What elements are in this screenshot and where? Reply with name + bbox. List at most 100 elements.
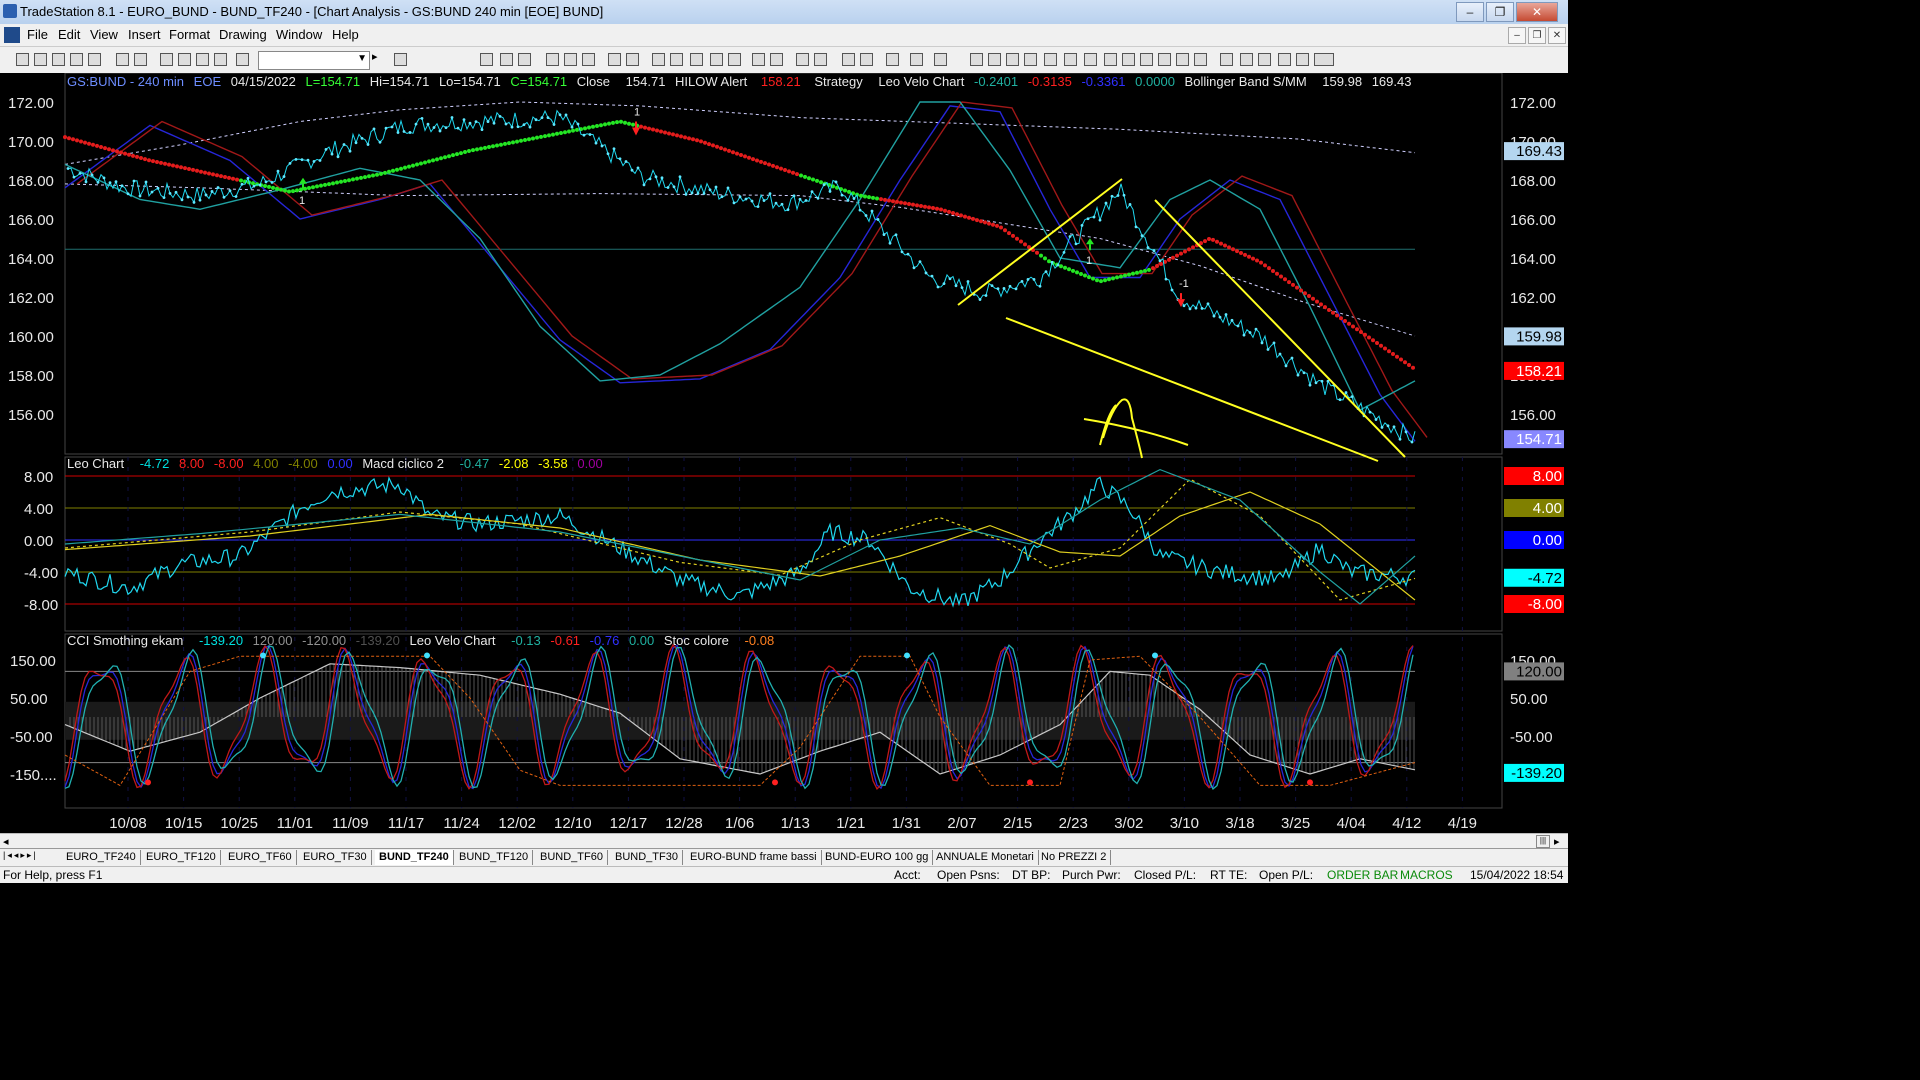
chevron-right-icon[interactable]: ▸ bbox=[372, 50, 385, 63]
tab-annuale-monetari[interactable]: ANNUALE Monetari bbox=[932, 850, 1039, 865]
crosshair-icon[interactable] bbox=[860, 53, 873, 66]
arrow-down-icon[interactable] bbox=[1240, 53, 1253, 66]
scanner-icon[interactable] bbox=[546, 53, 559, 66]
hilow-ma-dot bbox=[923, 204, 927, 209]
insert-analysis-icon[interactable] bbox=[608, 53, 621, 66]
quote-icon[interactable] bbox=[500, 53, 513, 66]
close-button[interactable]: ✕ bbox=[1516, 2, 1558, 22]
lock-icon[interactable] bbox=[196, 53, 209, 66]
tab-bund-euro-100gg[interactable]: BUND-EURO 100 gg bbox=[821, 850, 934, 865]
mdi-chart-icon[interactable] bbox=[4, 27, 20, 43]
symbol-selector[interactable]: ▼ bbox=[258, 51, 370, 70]
close-price-dot bbox=[1008, 284, 1012, 288]
scroll-left-icon[interactable]: ◂ bbox=[3, 835, 9, 848]
close-word: Close bbox=[576, 74, 611, 89]
alert-icon[interactable] bbox=[934, 53, 947, 66]
speed-lines-icon[interactable] bbox=[1064, 53, 1077, 66]
save-icon[interactable] bbox=[88, 53, 101, 66]
tab-euro-bund-frame-bassi[interactable]: EURO-BUND frame bassi bbox=[686, 850, 822, 865]
arrow-up-icon[interactable] bbox=[1258, 53, 1271, 66]
close-price-dot bbox=[258, 183, 262, 187]
candlestick-icon[interactable] bbox=[690, 53, 703, 66]
zoom-out-bars-icon[interactable] bbox=[752, 53, 765, 66]
format-icon[interactable] bbox=[626, 53, 639, 66]
gann-fan-icon[interactable] bbox=[1104, 53, 1117, 66]
trendline-icon[interactable] bbox=[970, 53, 983, 66]
globe-icon[interactable] bbox=[236, 53, 249, 66]
tile-icon[interactable] bbox=[178, 53, 191, 66]
zoom-in-bars-icon[interactable] bbox=[770, 53, 783, 66]
toolbar: ▼ ▸ bbox=[0, 47, 1568, 74]
print-preview-icon[interactable] bbox=[134, 53, 147, 66]
menu-drawing[interactable]: Drawing bbox=[219, 27, 267, 42]
new-workspace-icon[interactable] bbox=[52, 53, 65, 66]
window-icon[interactable] bbox=[160, 53, 173, 66]
macros-button[interactable]: MACROS bbox=[1400, 868, 1453, 882]
fibonacci-icon[interactable] bbox=[1044, 53, 1057, 66]
tab-bund-tf240[interactable]: BUND_TF240 bbox=[375, 850, 454, 865]
chart-analysis-window[interactable]: 111-1 172.00172.00170.00170.00168.00168.… bbox=[0, 73, 1568, 833]
menu-insert[interactable]: Insert bbox=[128, 27, 161, 42]
menu-window[interactable]: Window bbox=[276, 27, 322, 42]
andrews-pitchfork-icon[interactable] bbox=[1084, 53, 1097, 66]
circle-icon[interactable] bbox=[1278, 53, 1291, 66]
horizontal-lines-icon[interactable] bbox=[1006, 53, 1019, 66]
channel-icon[interactable] bbox=[1024, 53, 1037, 66]
rectangle-icon[interactable] bbox=[1296, 53, 1309, 66]
close-price-dot bbox=[480, 128, 484, 132]
arc-tool-icon[interactable] bbox=[1220, 53, 1233, 66]
hilow-ma-dot bbox=[403, 165, 407, 170]
timer-icon[interactable] bbox=[652, 53, 665, 66]
tab-bund-tf30[interactable]: BUND_TF30 bbox=[611, 850, 683, 865]
tab-nav-icon[interactable]: |◂◂▸▸| bbox=[3, 850, 38, 861]
chart-icon[interactable] bbox=[480, 53, 493, 66]
matrix-icon[interactable] bbox=[564, 53, 577, 66]
text-tool-icon[interactable] bbox=[1314, 53, 1334, 66]
tab-euro-tf120[interactable]: EURO_TF120 bbox=[142, 850, 221, 865]
snap-icon[interactable] bbox=[910, 53, 923, 66]
mdi-minimize-button[interactable]: – bbox=[1508, 27, 1526, 44]
tab-bund-tf120[interactable]: BUND_TF120 bbox=[455, 850, 534, 865]
radar-icon[interactable] bbox=[518, 53, 531, 66]
macd-v1: -0.47 bbox=[459, 456, 490, 471]
minimize-button[interactable]: – bbox=[1456, 2, 1484, 22]
line-chart-icon[interactable] bbox=[728, 53, 741, 66]
tab-euro-tf240[interactable]: EURO_TF240 bbox=[62, 850, 141, 865]
zoom-out-icon[interactable] bbox=[814, 53, 827, 66]
pencil-icon[interactable] bbox=[1194, 53, 1207, 66]
find-icon[interactable] bbox=[394, 53, 407, 66]
scroll-right-icon[interactable]: ▸ bbox=[1554, 835, 1560, 848]
scroll-thumb[interactable]: ||| bbox=[1536, 835, 1550, 848]
open-icon[interactable] bbox=[34, 53, 47, 66]
cascade-icon[interactable] bbox=[214, 53, 227, 66]
menu-view[interactable]: View bbox=[90, 27, 118, 42]
maximize-button[interactable]: ❐ bbox=[1486, 2, 1514, 22]
menu-file[interactable]: File bbox=[27, 27, 48, 42]
sync-icon[interactable] bbox=[670, 53, 683, 66]
tab-no-prezzi-2[interactable]: No PREZZI 2 bbox=[1037, 850, 1112, 865]
regression-icon[interactable] bbox=[1122, 53, 1135, 66]
print-icon[interactable] bbox=[116, 53, 129, 66]
horizontal-scrollbar[interactable]: ◂ ||| ▸ bbox=[0, 833, 1568, 849]
parallel-lines-icon[interactable] bbox=[1158, 53, 1171, 66]
options-icon[interactable] bbox=[582, 53, 595, 66]
menu-format[interactable]: Format bbox=[169, 27, 210, 42]
zoom-in-icon[interactable] bbox=[796, 53, 809, 66]
copy-icon[interactable] bbox=[70, 53, 83, 66]
tab-euro-tf30[interactable]: EURO_TF30 bbox=[299, 850, 372, 865]
pointer-icon[interactable] bbox=[842, 53, 855, 66]
chart-canvas[interactable]: 111-1 172.00172.00170.00170.00168.00168.… bbox=[0, 73, 1568, 833]
mdi-close-button[interactable]: ✕ bbox=[1548, 27, 1566, 44]
arc-icon[interactable] bbox=[1176, 53, 1189, 66]
order-bar-button[interactable]: ORDER BAR bbox=[1327, 868, 1398, 882]
new-icon[interactable] bbox=[16, 53, 29, 66]
bar-chart-icon[interactable] bbox=[710, 53, 723, 66]
mdi-restore-button[interactable]: ❐ bbox=[1528, 27, 1546, 44]
menu-help[interactable]: Help bbox=[332, 27, 359, 42]
tab-euro-tf60[interactable]: EURO_TF60 bbox=[224, 850, 297, 865]
drawing-tools-icon[interactable] bbox=[886, 53, 899, 66]
vertical-lines-icon[interactable] bbox=[988, 53, 1001, 66]
tab-bund-tf60[interactable]: BUND_TF60 bbox=[536, 850, 608, 865]
arrow-line-icon[interactable] bbox=[1140, 53, 1153, 66]
menu-edit[interactable]: Edit bbox=[58, 27, 80, 42]
